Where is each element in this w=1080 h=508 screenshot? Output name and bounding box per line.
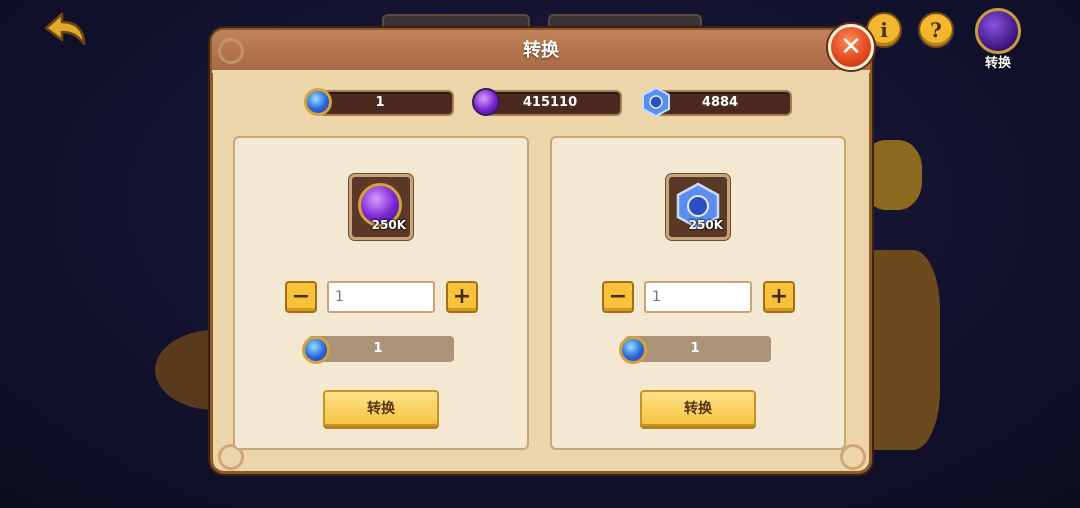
dialog-title: 转换 (523, 40, 559, 61)
item-amount: 250K (371, 218, 406, 232)
back-arrow-icon[interactable] (40, 10, 90, 50)
close-button[interactable]: ✕ (828, 24, 874, 70)
item-amount: 250K (688, 218, 723, 232)
currency-value: 415110 (522, 95, 578, 110)
help-button[interactable]: ? (918, 12, 954, 48)
increase-button[interactable]: + (763, 281, 795, 313)
cost-value: 1 (690, 341, 700, 356)
quantity-input[interactable] (327, 281, 435, 313)
convert-button[interactable]: 转换 (323, 390, 439, 426)
corner-convert-label: 转换 (984, 56, 1011, 71)
blue-orb-icon (619, 336, 647, 364)
blue-crystal-icon (642, 87, 670, 117)
decrease-button[interactable]: − (285, 281, 317, 313)
purple-orb-icon (472, 88, 500, 116)
blue-orb-icon (302, 336, 330, 364)
quantity-input[interactable] (644, 281, 752, 313)
blue-orb-icon (304, 88, 332, 116)
corner-ornament (218, 38, 244, 64)
decrease-button[interactable]: − (602, 281, 634, 313)
currency-value: 4884 (701, 95, 739, 110)
cost-value: 1 (373, 341, 383, 356)
close-icon: ✕ (840, 32, 862, 62)
increase-button[interactable]: + (446, 281, 478, 313)
purple-orb-icon[interactable] (975, 8, 1021, 54)
currency-value: 1 (375, 95, 385, 110)
convert-button[interactable]: 转换 (640, 390, 756, 426)
